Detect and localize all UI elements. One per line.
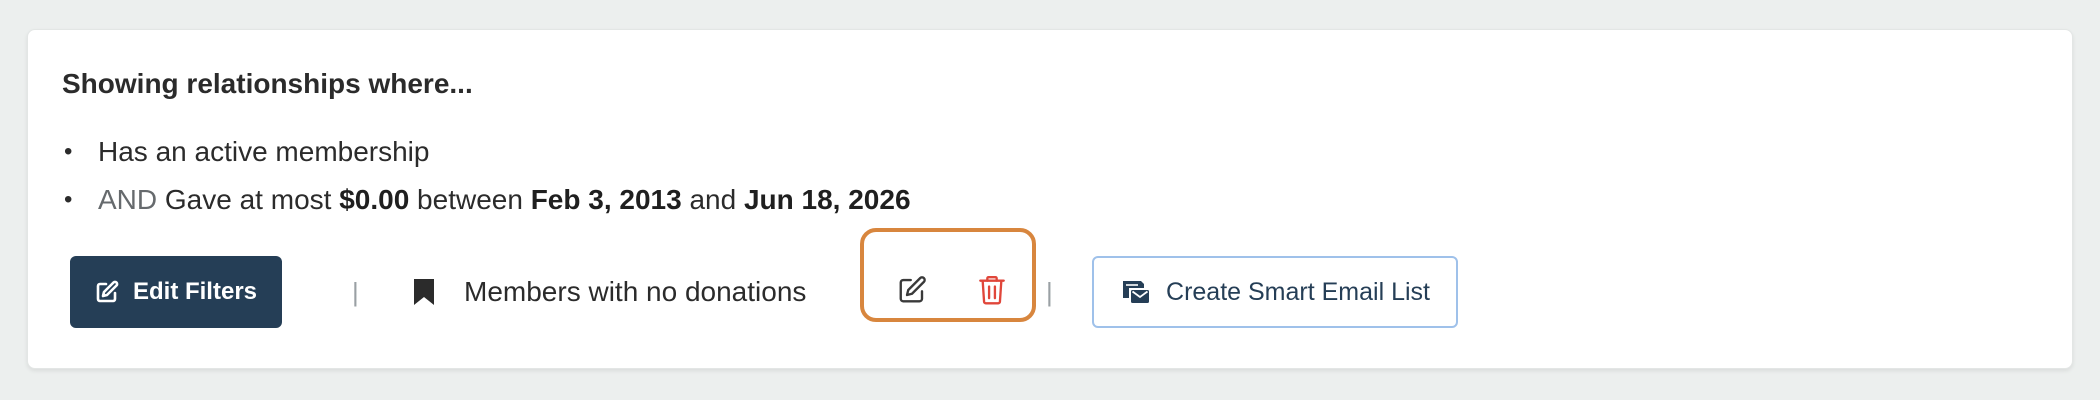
- saved-filter-card: Showing relationships where... • Has an …: [27, 29, 2073, 369]
- saved-filter: Members with no donations: [412, 256, 806, 328]
- condition-text: between: [409, 184, 531, 215]
- bullet: •: [64, 138, 73, 165]
- create-smart-email-list-label: Create Smart Email List: [1166, 277, 1430, 306]
- condition-end-date: Jun 18, 2026: [743, 184, 911, 215]
- trash-icon: [978, 274, 1006, 311]
- separator: |: [1046, 277, 1053, 307]
- condition-text: Has an active membership: [98, 136, 430, 167]
- edit-filters-label: Edit Filters: [132, 278, 258, 305]
- bullet: •: [64, 186, 73, 213]
- filter-condition: • AND Gave at most $0.00 between Feb 3, …: [62, 176, 911, 224]
- saved-filter-name: Members with no donations: [464, 276, 807, 307]
- condition-text: and: [681, 184, 744, 215]
- edit-square-icon: [95, 280, 119, 304]
- filter-summary-heading: Showing relationships where...: [62, 68, 473, 99]
- edit-square-icon: [897, 275, 927, 310]
- condition-amount: $0.00: [339, 184, 410, 215]
- edit-saved-filter-button[interactable]: [894, 274, 930, 310]
- condition-text: Gave at most: [157, 184, 340, 215]
- create-smart-email-list-button[interactable]: Create Smart Email List: [1092, 256, 1458, 328]
- condition-start-date: Feb 3, 2013: [530, 184, 682, 215]
- separator: |: [352, 277, 359, 307]
- condition-operator: AND: [98, 184, 158, 215]
- filter-condition: • Has an active membership: [62, 128, 911, 176]
- email-list-icon: [1120, 278, 1152, 306]
- bookmark-icon: [412, 277, 436, 307]
- delete-saved-filter-button[interactable]: [974, 274, 1010, 310]
- edit-filters-button[interactable]: Edit Filters: [70, 256, 282, 328]
- filter-actions-bar: Edit Filters | Members with no donations: [70, 228, 1570, 328]
- filter-conditions-list: • Has an active membership • AND Gave at…: [62, 128, 911, 224]
